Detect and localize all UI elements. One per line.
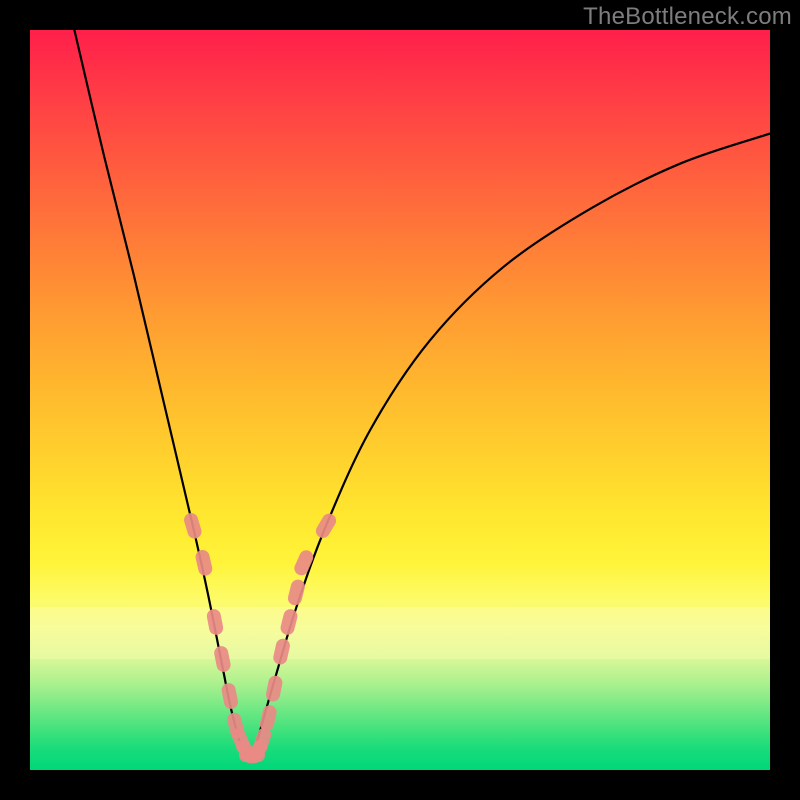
marker-point bbox=[206, 608, 225, 636]
marker-point bbox=[259, 704, 278, 732]
marker-point bbox=[279, 608, 299, 637]
frame: TheBottleneck.com bbox=[0, 0, 800, 800]
curve-group bbox=[74, 30, 770, 758]
marker-point bbox=[194, 549, 213, 577]
chart-svg bbox=[30, 30, 770, 770]
marker-point bbox=[265, 674, 284, 702]
marker-point bbox=[213, 645, 232, 673]
marker-point bbox=[313, 511, 338, 540]
plot-area bbox=[30, 30, 770, 770]
marker-point bbox=[182, 511, 203, 540]
watermark-text: TheBottleneck.com bbox=[583, 3, 792, 31]
marker-point bbox=[220, 682, 239, 710]
bottleneck-curve bbox=[74, 30, 770, 758]
marker-point bbox=[272, 637, 291, 665]
marker-point bbox=[286, 578, 306, 607]
